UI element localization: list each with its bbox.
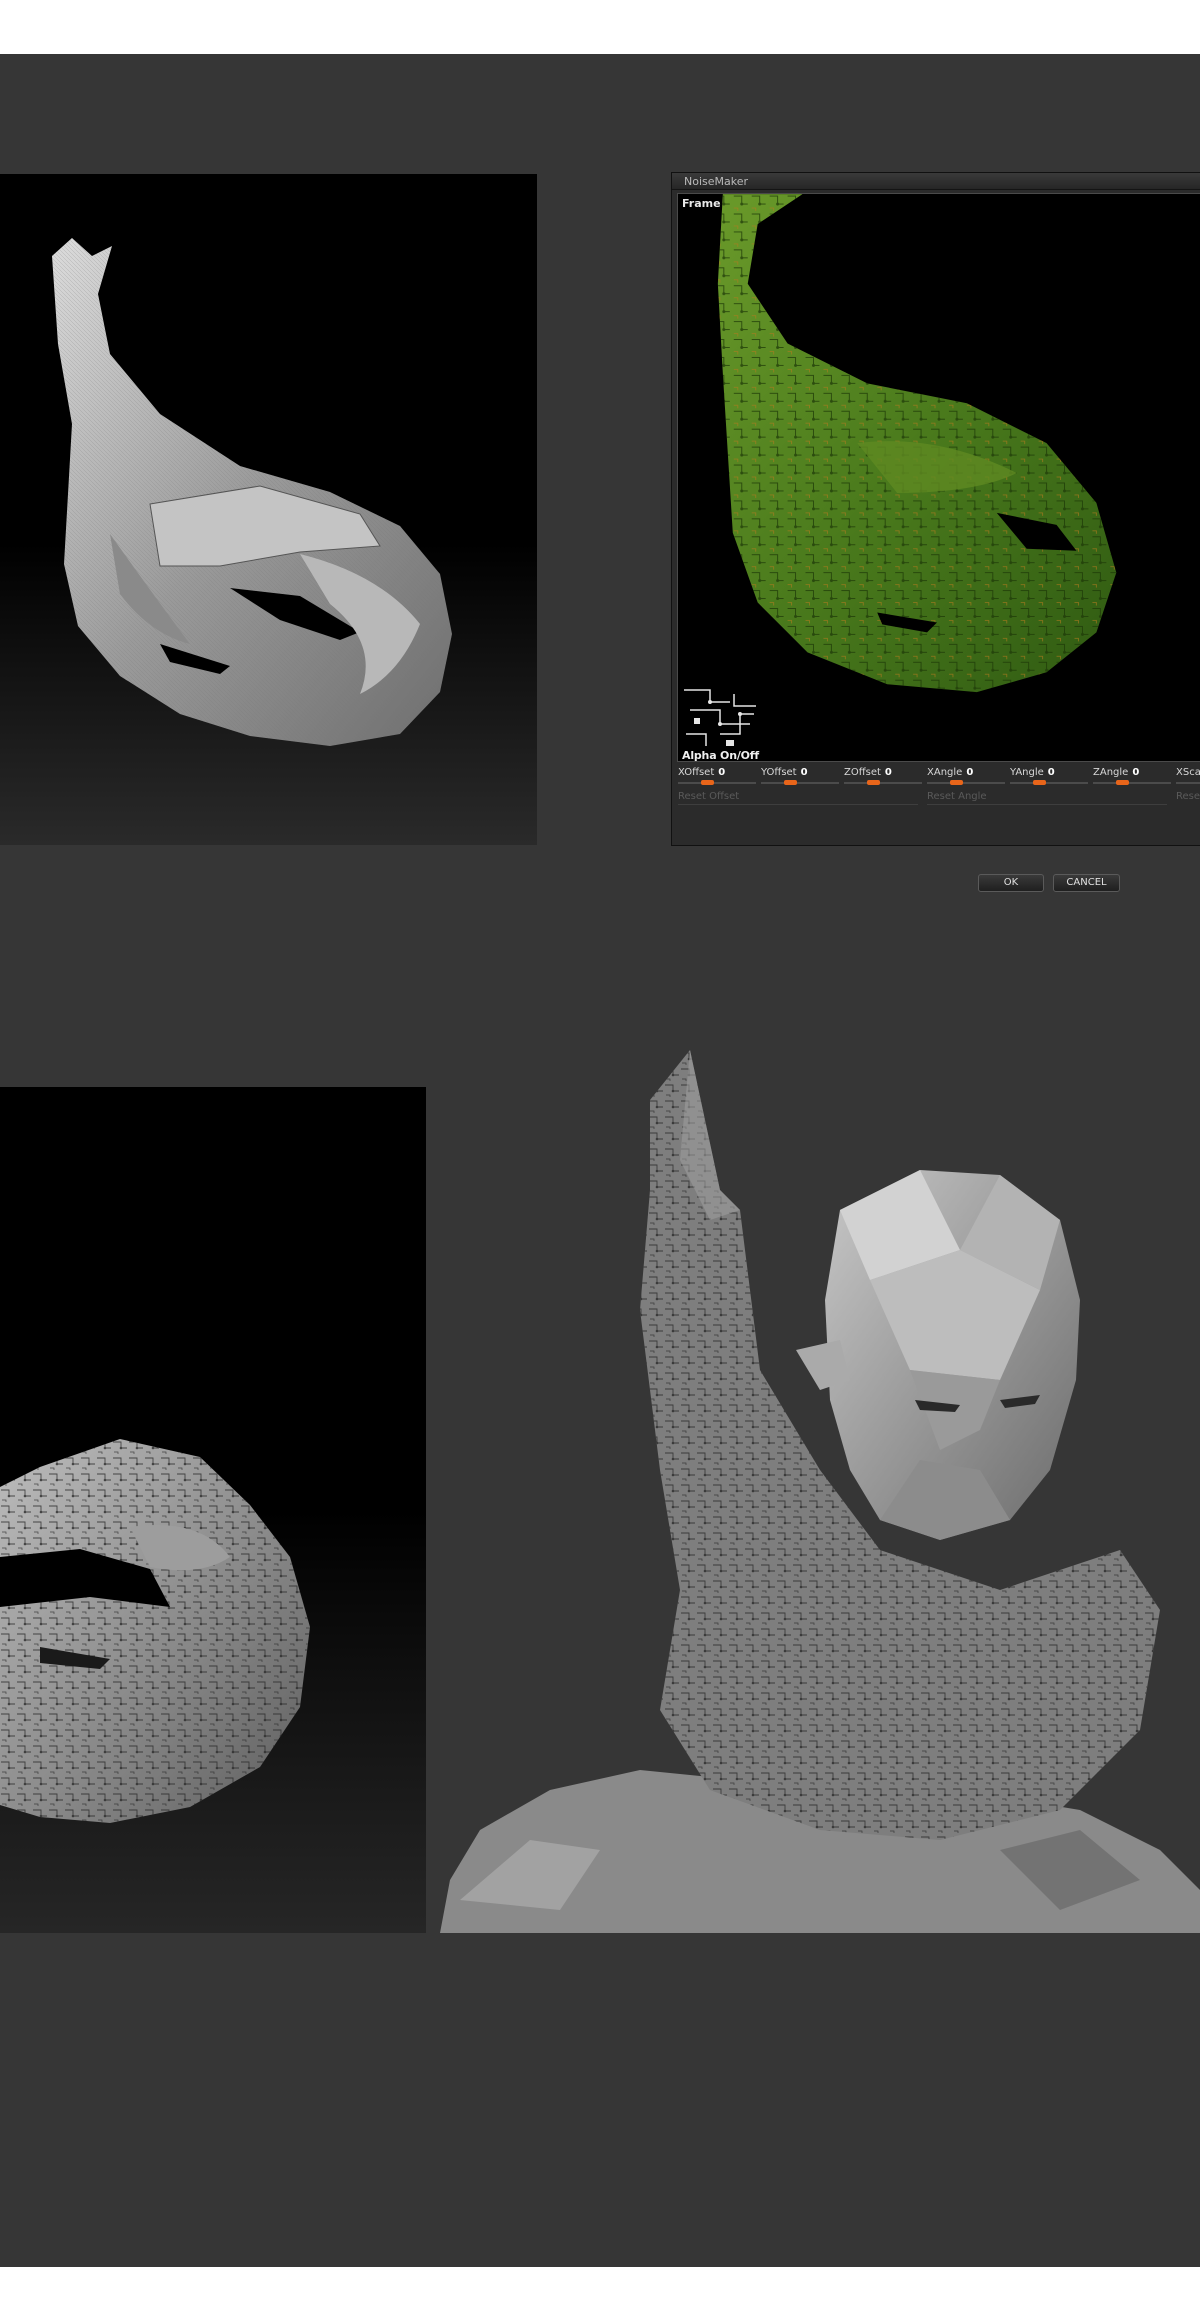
yangle-slider[interactable]: YAngle 0 bbox=[1010, 767, 1090, 791]
noise-preview-viewport[interactable]: Frame Alpha On/Off bbox=[677, 193, 1200, 762]
slider-track bbox=[1093, 782, 1171, 784]
scarf-circuit-image bbox=[0, 1439, 310, 1823]
alpha-toggle[interactable]: Alpha On/Off bbox=[682, 749, 759, 761]
yoffset-value: 0 bbox=[800, 767, 808, 778]
scarf-smooth-image bbox=[52, 238, 452, 746]
slider-track bbox=[1010, 782, 1088, 784]
head-scarf-image bbox=[440, 1050, 1200, 1933]
xangle-value: 0 bbox=[966, 767, 974, 778]
xscale-slider[interactable]: XSca bbox=[1176, 767, 1200, 791]
dialog-title: NoiseMaker bbox=[684, 175, 749, 188]
scarf-noise-preview bbox=[717, 194, 1117, 693]
alpha-thumbnail[interactable] bbox=[680, 684, 760, 754]
zangle-value: 0 bbox=[1132, 767, 1140, 778]
slider-track bbox=[927, 782, 1005, 784]
slider-track bbox=[678, 782, 756, 784]
yangle-label: YAngle bbox=[1010, 767, 1044, 778]
slider-knob[interactable] bbox=[1033, 780, 1046, 785]
slider-knob[interactable] bbox=[784, 780, 797, 785]
zoffset-value: 0 bbox=[884, 767, 892, 778]
slider-knob[interactable] bbox=[701, 780, 714, 785]
slider-knob[interactable] bbox=[1116, 780, 1129, 785]
slider-track bbox=[844, 782, 922, 784]
divider bbox=[927, 804, 1167, 805]
zoffset-label: ZOffset bbox=[844, 767, 881, 778]
zoffset-slider[interactable]: ZOffset 0 bbox=[844, 767, 924, 791]
xoffset-value: 0 bbox=[718, 767, 726, 778]
reset-scale-button[interactable]: Rese bbox=[1176, 791, 1200, 802]
xoffset-label: XOffset bbox=[678, 767, 715, 778]
xangle-slider[interactable]: XAngle 0 bbox=[927, 767, 1007, 791]
render-scarf-circuit bbox=[0, 1087, 426, 1933]
ok-button[interactable]: OK bbox=[978, 874, 1044, 892]
zangle-slider[interactable]: ZAngle 0 bbox=[1093, 767, 1173, 791]
circuit-alpha-icon bbox=[680, 684, 760, 754]
frame-button[interactable]: Frame bbox=[682, 197, 721, 210]
yangle-value: 0 bbox=[1047, 767, 1055, 778]
xangle-label: XAngle bbox=[927, 767, 963, 778]
yoffset-slider[interactable]: YOffset 0 bbox=[761, 767, 841, 791]
divider bbox=[678, 804, 918, 805]
dialog-titlebar[interactable]: NoiseMaker bbox=[672, 173, 1200, 190]
cancel-button[interactable]: CANCEL bbox=[1053, 874, 1120, 892]
yoffset-label: YOffset bbox=[761, 767, 797, 778]
slider-track bbox=[1176, 782, 1200, 784]
reset-angle-button[interactable]: Reset Angle bbox=[927, 791, 987, 802]
xscale-label: XSca bbox=[1176, 767, 1200, 778]
render-scarf-smooth bbox=[0, 174, 537, 845]
noisemaker-dialog: NoiseMaker Frame Alpha On/Off XOffset 0 … bbox=[671, 172, 1200, 892]
slider-knob[interactable] bbox=[867, 780, 880, 785]
slider-track bbox=[761, 782, 839, 784]
zangle-label: ZAngle bbox=[1093, 767, 1129, 778]
slider-knob[interactable] bbox=[950, 780, 963, 785]
xoffset-slider[interactable]: XOffset 0 bbox=[678, 767, 758, 791]
render-head-scarf bbox=[440, 1050, 1200, 1933]
reset-offset-button[interactable]: Reset Offset bbox=[678, 791, 739, 802]
